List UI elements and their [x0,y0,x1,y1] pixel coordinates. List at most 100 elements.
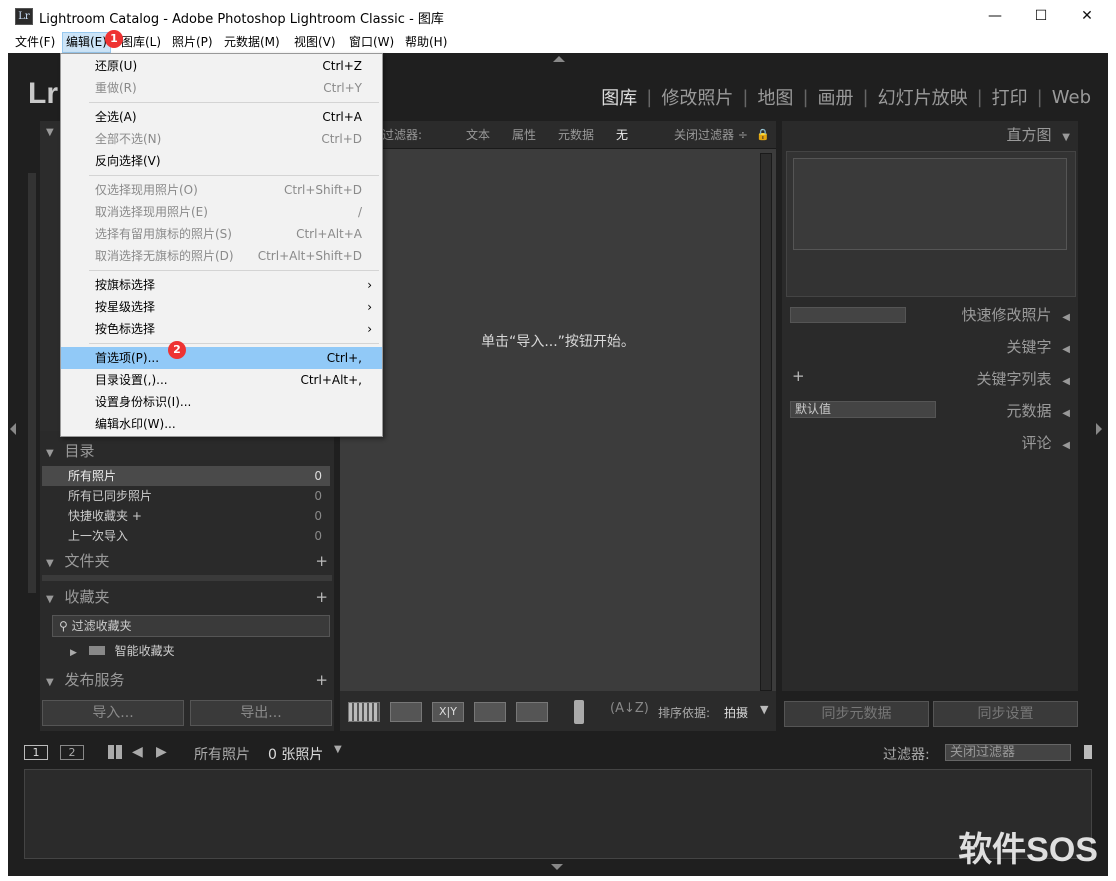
publish-panel-header[interactable]: ▼ 发布服务 + [46,668,330,692]
keywords-panel-header[interactable]: 关键字 ◀ [1007,335,1071,359]
menu-select-by-flag[interactable]: 按旗标选择 › [61,274,382,296]
catalog-item-all-photos[interactable]: 所有照片 0 [42,466,330,486]
menu-edit-watermarks[interactable]: 编辑水印(W)... [61,413,382,435]
source-dropdown-icon[interactable]: ▼ [334,744,342,755]
lock-icon[interactable]: 🔒 [756,121,770,149]
folders-panel-header[interactable]: ▼ 文件夹 + [46,549,330,573]
menu-deselect-active[interactable]: 取消选择现用照片(E) / [61,201,382,223]
sync-metadata-button[interactable]: 同步元数据 [784,701,929,727]
comments-panel-header[interactable]: 评论 ◀ [1022,431,1071,455]
collections-panel-header[interactable]: ▼ 收藏夹 + [46,585,330,609]
menu-item-shortcut: Ctrl+Z [322,59,362,73]
filter-preset-select[interactable]: 关闭过滤器 ÷ [674,121,748,149]
quick-develop-preset-select[interactable] [790,307,906,323]
menu-redo[interactable]: 重做(R) Ctrl+Y [61,77,382,99]
secondary-window-button[interactable]: 2 [60,745,84,760]
quick-develop-panel-header[interactable]: 快速修改照片 ◀ [962,303,1071,327]
module-library[interactable]: 图库 [592,84,646,110]
module-web[interactable]: Web [1043,87,1100,108]
menu-window[interactable]: 窗口(W) [346,32,397,53]
filmstrip-toggle-icon[interactable] [551,864,563,870]
grid-view-icon[interactable] [348,702,380,722]
left-panel-toggle-icon[interactable] [10,423,16,435]
left-panel-scrollbar[interactable] [28,173,36,593]
menu-photo[interactable]: 照片(P) [169,32,216,53]
catalog-item-synced[interactable]: 所有已同步照片 0 [42,486,330,506]
module-slideshow[interactable]: 幻灯片放映 [869,84,977,110]
menu-item-label: 全选(A) [95,110,137,124]
add-keyword-plus-icon[interactable]: + [792,367,805,385]
menu-library[interactable]: 图库(L) [118,32,164,53]
sort-select[interactable]: 拍摄 [724,704,748,721]
survey-view-icon[interactable] [474,702,506,722]
filter-none-button[interactable]: 无 [616,121,628,149]
catalog-item-quick-collection[interactable]: 快捷收藏夹 + 0 [42,506,330,526]
module-map[interactable]: 地图 [748,84,802,110]
left-panel-buttons: 导入... 导出... [40,693,334,731]
menu-item-shortcut: Ctrl+Shift+D [284,183,362,197]
histogram-display [793,158,1067,250]
catalog-panel-header[interactable]: ▼ 目录 [46,439,95,463]
filter-text-button[interactable]: 文本 [466,121,490,149]
metadata-preset-select[interactable]: 默认值 [790,401,936,418]
menu-undo[interactable]: 还原(U) Ctrl+Z [61,55,382,77]
catalog-item-previous-import[interactable]: 上一次导入 0 [42,526,330,546]
menu-select-by-rating[interactable]: 按星级选择 › [61,296,382,318]
sync-settings-button[interactable]: 同步设置 [933,701,1078,727]
grid-shortcut-icon[interactable] [108,745,122,759]
menu-help[interactable]: 帮助(H) [402,32,450,53]
menu-metadata[interactable]: 元数据(M) [221,32,283,53]
menu-edit[interactable]: 编辑(E) [62,32,111,53]
menu-select-all[interactable]: 全选(A) Ctrl+A [61,106,382,128]
module-print[interactable]: 打印 [983,84,1037,110]
right-panel-toggle-icon[interactable] [1096,423,1102,435]
smart-collections-item[interactable]: ▶ 智能收藏夹 [42,641,330,661]
menu-select-flagged[interactable]: 选择有留用旗标的照片(S) Ctrl+Alt+A [61,223,382,245]
grid-scrollbar[interactable] [760,153,772,691]
primary-window-button[interactable]: 1 [24,745,48,760]
top-panel-toggle-icon[interactable] [553,56,565,62]
collapse-triangle-icon: ▼ [46,594,54,605]
toolbar-menu-chevron-icon[interactable]: ▼ [760,703,768,716]
menu-select-none[interactable]: 全部不选(N) Ctrl+D [61,128,382,150]
sort-direction-icon[interactable]: (A↓Z) [610,701,649,716]
collapse-triangle-icon: ▼ [46,448,54,459]
menu-catalog-settings[interactable]: 目录设置(,)... Ctrl+Alt+, [61,369,382,391]
keyword-list-panel-header[interactable]: 关键字列表 ◀ [977,367,1071,391]
menu-separator [89,270,379,271]
menu-identity-plate[interactable]: 设置身份标识(I)... [61,391,382,413]
menu-select-active-only[interactable]: 仅选择现用照片(O) Ctrl+Shift+D [61,179,382,201]
module-develop[interactable]: 修改照片 [652,84,742,110]
filmstrip-filter-select[interactable]: 关闭过滤器 [945,744,1071,761]
collapse-triangle-icon[interactable]: ▼ [46,127,54,138]
minimize-button[interactable]: — [972,0,1018,32]
export-button[interactable]: 导出... [190,700,332,726]
module-book[interactable]: 画册 [809,84,863,110]
people-view-icon[interactable] [516,702,548,722]
filter-attribute-button[interactable]: 属性 [512,121,536,149]
filter-metadata-button[interactable]: 元数据 [558,121,594,149]
filmstrip-lock-icon[interactable] [1084,745,1092,759]
import-button[interactable]: 导入... [42,700,184,726]
add-publish-plus-icon[interactable]: + [315,668,328,692]
maximize-button[interactable]: ☐ [1018,0,1064,32]
expand-triangle-icon[interactable]: ▶ [70,648,77,658]
menu-preferences[interactable]: 首选项(P)... Ctrl+, [61,347,382,369]
histogram-panel-header[interactable]: 直方图 ▼ [1007,123,1071,147]
menu-deselect-unflagged[interactable]: 取消选择无旗标的照片(D) Ctrl+Alt+Shift+D [61,245,382,267]
menu-file[interactable]: 文件(F) [12,32,58,53]
menu-view[interactable]: 视图(V) [291,32,339,53]
add-collection-plus-icon[interactable]: + [315,585,328,609]
back-arrow-icon[interactable]: ◀ [132,744,143,760]
close-button[interactable]: ✕ [1064,0,1110,32]
add-folder-plus-icon[interactable]: + [315,549,328,573]
compare-view-icon[interactable]: X|Y [432,702,464,722]
menu-invert-selection[interactable]: 反向选择(V) [61,150,382,172]
forward-arrow-icon[interactable]: ▶ [156,744,167,760]
painter-spray-icon[interactable] [574,700,584,724]
menu-select-by-color[interactable]: 按色标选择 › [61,318,382,340]
metadata-panel-header[interactable]: 元数据 ◀ [1007,399,1071,423]
loupe-view-icon[interactable] [390,702,422,722]
filter-collections-input[interactable]: ⚲ 过滤收藏夹 [52,615,330,637]
filmstrip-source[interactable]: 所有照片 [194,744,250,764]
